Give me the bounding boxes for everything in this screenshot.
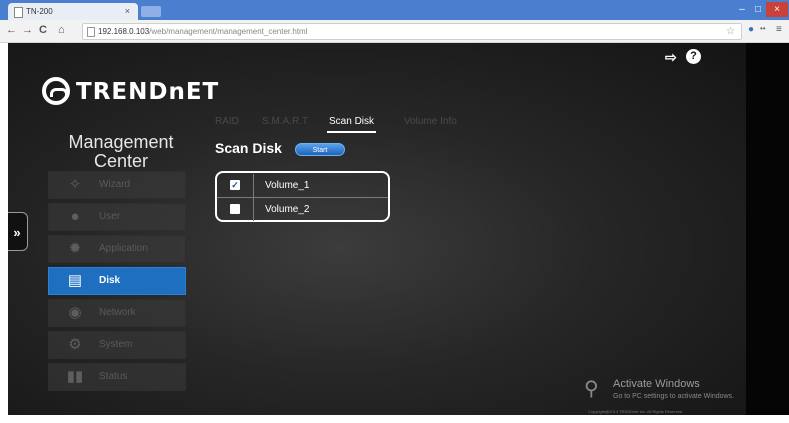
volume-2-checkbox[interactable] bbox=[230, 204, 240, 214]
new-tab-button[interactable] bbox=[141, 6, 161, 17]
volume-name: Volume_1 bbox=[265, 180, 310, 191]
copyright-text: Copyright@2013 TRENDnet Inc. All Rights … bbox=[588, 409, 684, 414]
sidebar-item-disk[interactable]: ▤ Disk bbox=[48, 267, 186, 295]
user-icon: ● bbox=[70, 208, 80, 225]
url-text: 192.168.0.103/web/management/management_… bbox=[98, 24, 307, 39]
sidebar-title-line2: Center bbox=[93, 151, 149, 171]
key-icon: ⚲ bbox=[584, 378, 599, 400]
sidebar-item-system[interactable]: ⚙ System bbox=[48, 331, 186, 359]
tab-smart[interactable]: S.M.A.R.T bbox=[262, 116, 308, 127]
volume-name: Volume_2 bbox=[265, 204, 310, 215]
page-edge bbox=[0, 415, 789, 423]
status-icon: ▮▮ bbox=[66, 368, 84, 385]
minimize-button[interactable]: – bbox=[734, 2, 750, 17]
management-page: TRENDnET ⇨ ? » Management Center ✧ Wizar… bbox=[8, 43, 746, 415]
address-bar: ← → C ⌂ 192.168.0.103/web/management/man… bbox=[0, 20, 789, 43]
sidebar-item-application[interactable]: ✹ Application bbox=[48, 235, 186, 263]
tab-volume-info[interactable]: Volume Info bbox=[404, 116, 457, 127]
network-icon: ◉ bbox=[68, 304, 82, 321]
volume-list: ✓ Volume_1 Volume_2 bbox=[215, 171, 390, 222]
sidebar-title: Management Center bbox=[52, 133, 190, 171]
system-icon: ⚙ bbox=[68, 336, 82, 353]
sidebar-item-wizard[interactable]: ✧ Wizard bbox=[48, 171, 186, 199]
sidebar-item-user[interactable]: ● User bbox=[48, 203, 186, 231]
tab-close-icon[interactable]: × bbox=[125, 3, 130, 20]
wizard-icon: ✧ bbox=[68, 176, 82, 193]
tab-title: TN-200 bbox=[26, 7, 53, 16]
extension-dots-icon[interactable]: •• bbox=[760, 24, 766, 33]
page-icon bbox=[87, 27, 95, 37]
tab-raid[interactable]: RAID bbox=[215, 116, 239, 127]
sidebar-item-status[interactable]: ▮▮ Status bbox=[48, 363, 186, 391]
divider bbox=[253, 174, 254, 197]
browser-tabbar: TN-200 × – □ × bbox=[0, 0, 789, 20]
volume-1-checkbox[interactable]: ✓ bbox=[230, 180, 240, 190]
page-icon bbox=[14, 7, 23, 18]
application-icon: ✹ bbox=[68, 240, 82, 257]
watermark-title: Activate Windows bbox=[613, 378, 700, 390]
start-button[interactable]: Start bbox=[295, 143, 345, 156]
sidebar-item-label: Status bbox=[99, 371, 128, 382]
reload-icon[interactable]: C bbox=[39, 24, 47, 36]
sidebar-item-label: Wizard bbox=[99, 179, 131, 190]
list-item: Volume_2 bbox=[217, 198, 388, 221]
sidebar-item-label: Disk bbox=[99, 275, 121, 286]
logo-mark-icon bbox=[42, 77, 70, 105]
list-item: ✓ Volume_1 bbox=[217, 174, 388, 197]
menu-icon[interactable]: ≡ bbox=[776, 24, 782, 35]
url-path: /web/management/management_center.html bbox=[149, 27, 308, 36]
sidebar-item-label: Application bbox=[99, 243, 148, 254]
tab-scan-disk[interactable]: Scan Disk bbox=[326, 116, 377, 133]
close-window-button[interactable]: × bbox=[766, 2, 788, 17]
url-host: 192.168.0.103 bbox=[98, 27, 150, 36]
sidebar-item-label: System bbox=[99, 339, 133, 350]
watermark-subtitle: Go to PC settings to activate Windows. bbox=[613, 393, 734, 400]
bookmark-star-icon[interactable]: ☆ bbox=[726, 24, 735, 39]
sidebar-item-network[interactable]: ◉ Network bbox=[48, 299, 186, 327]
sidebar-item-label: User bbox=[99, 211, 121, 222]
maximize-button[interactable]: □ bbox=[750, 2, 766, 17]
logout-icon[interactable]: ⇨ bbox=[665, 49, 677, 66]
sidebar-item-label: Network bbox=[99, 307, 136, 318]
disk-icon: ▤ bbox=[67, 272, 83, 289]
page-title: Scan Disk bbox=[215, 140, 282, 156]
extension-icon[interactable]: ● bbox=[748, 24, 754, 35]
browser-tab[interactable]: TN-200 × bbox=[8, 3, 138, 20]
sidebar-menu: ✧ Wizard ● User ✹ Application ▤ Disk ◉ N… bbox=[48, 171, 186, 395]
home-icon[interactable]: ⌂ bbox=[58, 24, 65, 36]
url-field[interactable]: 192.168.0.103/web/management/management_… bbox=[82, 23, 742, 40]
help-icon[interactable]: ? bbox=[686, 49, 701, 64]
sidebar-title-line1: Management bbox=[68, 132, 174, 152]
divider bbox=[253, 198, 254, 221]
expand-sidebar-button[interactable]: » bbox=[8, 212, 28, 251]
back-icon[interactable]: ← bbox=[6, 24, 17, 36]
page-edge bbox=[746, 43, 789, 423]
forward-icon[interactable]: → bbox=[22, 24, 33, 36]
logo-text: TRENDnET bbox=[76, 79, 220, 105]
